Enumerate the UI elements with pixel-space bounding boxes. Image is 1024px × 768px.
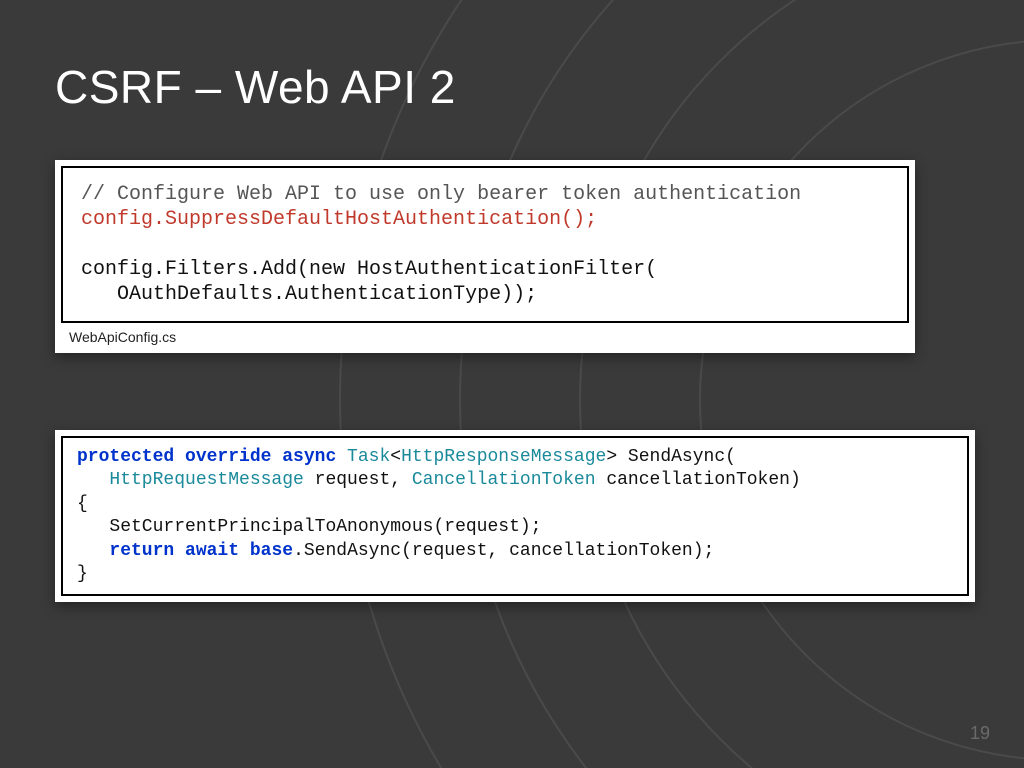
- code-block-2: protected override async Task<HttpRespon…: [61, 436, 969, 596]
- code-block-1-container: // Configure Web API to use only bearer …: [55, 160, 915, 353]
- code-comment: // Configure Web API to use only bearer …: [81, 183, 801, 206]
- code-text: .SendAsync(request, cancellationToken);: [293, 541, 714, 561]
- code-text: request,: [304, 470, 412, 490]
- keyword: return await: [109, 541, 249, 561]
- code-block-2-container: protected override async Task<HttpRespon…: [55, 430, 975, 602]
- code-text: {: [77, 494, 88, 514]
- type: HttpResponseMessage: [401, 447, 606, 467]
- code-text: cancellationToken): [596, 470, 801, 490]
- code-text: >: [606, 447, 628, 467]
- code-text: }: [77, 564, 88, 584]
- type: HttpRequestMessage: [109, 470, 303, 490]
- type: Task: [347, 447, 390, 467]
- code-text: [77, 541, 109, 561]
- code-text: SetCurrentPrincipalToAnonymous(request);: [77, 517, 541, 537]
- code-block-1-caption: WebApiConfig.cs: [55, 323, 915, 353]
- page-number: 19: [970, 723, 990, 744]
- code-line: OAuthDefaults.AuthenticationType));: [81, 283, 537, 306]
- code-text: [77, 470, 109, 490]
- type: CancellationToken: [412, 470, 596, 490]
- keyword: base: [250, 541, 293, 561]
- code-line: config.Filters.Add(new HostAuthenticatio…: [81, 258, 657, 281]
- code-block-1: // Configure Web API to use only bearer …: [61, 166, 909, 323]
- keyword: protected override async: [77, 447, 347, 467]
- slide-title: CSRF – Web API 2: [55, 60, 456, 114]
- code-highlight-line: config.SuppressDefaultHostAuthentication…: [81, 208, 597, 231]
- code-text: <: [390, 447, 401, 467]
- code-text: SendAsync(: [628, 447, 736, 467]
